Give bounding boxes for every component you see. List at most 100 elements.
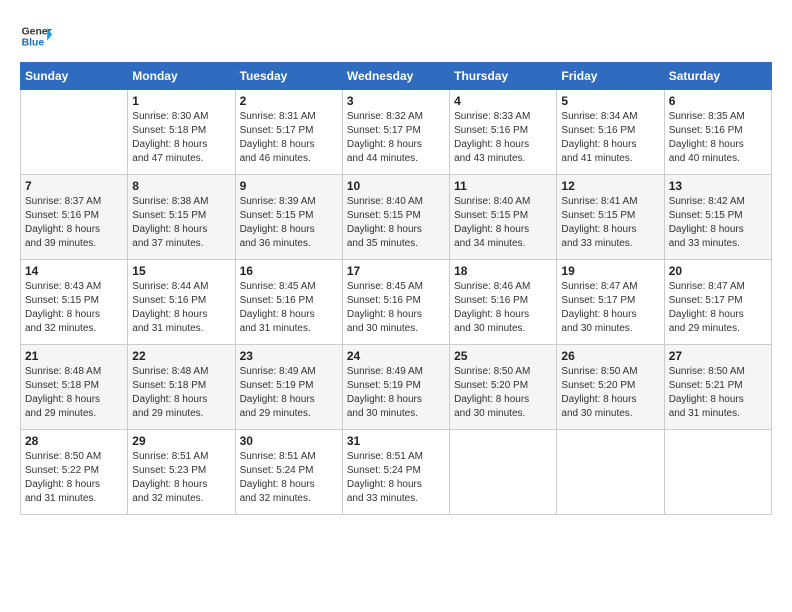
logo: General Blue bbox=[20, 20, 52, 52]
calendar-cell: 14 Sunrise: 8:43 AM Sunset: 5:15 PM Dayli… bbox=[21, 260, 128, 345]
day-info: Sunrise: 8:47 AM Sunset: 5:17 PM Dayligh… bbox=[669, 280, 767, 336]
calendar-cell: 15 Sunrise: 8:44 AM Sunset: 5:16 PM Dayli… bbox=[128, 260, 235, 345]
day-info: Sunrise: 8:30 AM Sunset: 5:18 PM Dayligh… bbox=[132, 110, 230, 166]
calendar-week-4: 21 Sunrise: 8:48 AM Sunset: 5:18 PM Dayli… bbox=[21, 345, 772, 430]
weekday-friday: Friday bbox=[557, 63, 664, 90]
day-number: 6 bbox=[669, 94, 767, 108]
calendar-cell: 17 Sunrise: 8:45 AM Sunset: 5:16 PM Dayli… bbox=[342, 260, 449, 345]
day-number: 29 bbox=[132, 434, 230, 448]
day-info: Sunrise: 8:45 AM Sunset: 5:16 PM Dayligh… bbox=[240, 280, 338, 336]
day-number: 23 bbox=[240, 349, 338, 363]
day-number: 22 bbox=[132, 349, 230, 363]
calendar-cell: 27Sunrise: 8:50 AM Sunset: 5:21 PM Dayli… bbox=[664, 345, 771, 430]
day-number: 10 bbox=[347, 179, 445, 193]
calendar-cell: 3 Sunrise: 8:32 AM Sunset: 5:17 PM Daylig… bbox=[342, 90, 449, 175]
calendar-cell: 28Sunrise: 8:50 AM Sunset: 5:22 PM Dayli… bbox=[21, 430, 128, 515]
calendar-cell: 1 Sunrise: 8:30 AM Sunset: 5:18 PM Daylig… bbox=[128, 90, 235, 175]
day-number: 25 bbox=[454, 349, 552, 363]
day-number: 9 bbox=[240, 179, 338, 193]
day-number: 14 bbox=[25, 264, 123, 278]
day-number: 21 bbox=[25, 349, 123, 363]
weekday-sunday: Sunday bbox=[21, 63, 128, 90]
day-number: 26 bbox=[561, 349, 659, 363]
day-number: 31 bbox=[347, 434, 445, 448]
day-info: Sunrise: 8:50 AM Sunset: 5:21 PM Dayligh… bbox=[669, 365, 767, 421]
day-info: Sunrise: 8:42 AM Sunset: 5:15 PM Dayligh… bbox=[669, 195, 767, 251]
calendar-cell: 22 Sunrise: 8:48 AM Sunset: 5:18 PM Dayli… bbox=[128, 345, 235, 430]
day-number: 8 bbox=[132, 179, 230, 193]
calendar-week-2: 7 Sunrise: 8:37 AM Sunset: 5:16 PM Daylig… bbox=[21, 175, 772, 260]
calendar-cell bbox=[557, 430, 664, 515]
day-number: 13 bbox=[669, 179, 767, 193]
calendar-cell: 24 Sunrise: 8:49 AM Sunset: 5:19 PM Dayli… bbox=[342, 345, 449, 430]
calendar-cell: 12Sunrise: 8:41 AM Sunset: 5:15 PM Dayli… bbox=[557, 175, 664, 260]
day-info: Sunrise: 8:39 AM Sunset: 5:15 PM Dayligh… bbox=[240, 195, 338, 251]
calendar-cell: 18 Sunrise: 8:46 AM Sunset: 5:16 PM Dayli… bbox=[450, 260, 557, 345]
day-info: Sunrise: 8:35 AM Sunset: 5:16 PM Dayligh… bbox=[669, 110, 767, 166]
day-number: 20 bbox=[669, 264, 767, 278]
day-number: 7 bbox=[25, 179, 123, 193]
calendar-table: SundayMondayTuesdayWednesdayThursdayFrid… bbox=[20, 62, 772, 515]
header: General Blue bbox=[20, 20, 772, 52]
day-number: 18 bbox=[454, 264, 552, 278]
day-info: Sunrise: 8:50 AM Sunset: 5:20 PM Dayligh… bbox=[454, 365, 552, 421]
calendar-cell bbox=[664, 430, 771, 515]
calendar-cell: 4 Sunrise: 8:33 AM Sunset: 5:16 PM Daylig… bbox=[450, 90, 557, 175]
calendar-cell: 5Sunrise: 8:34 AM Sunset: 5:16 PM Daylig… bbox=[557, 90, 664, 175]
calendar-cell: 2Sunrise: 8:31 AM Sunset: 5:17 PM Daylig… bbox=[235, 90, 342, 175]
day-number: 17 bbox=[347, 264, 445, 278]
calendar-cell: 30 Sunrise: 8:51 AM Sunset: 5:24 PM Dayli… bbox=[235, 430, 342, 515]
day-info: Sunrise: 8:44 AM Sunset: 5:16 PM Dayligh… bbox=[132, 280, 230, 336]
day-info: Sunrise: 8:47 AM Sunset: 5:17 PM Dayligh… bbox=[561, 280, 659, 336]
day-number: 30 bbox=[240, 434, 338, 448]
calendar-cell: 31 Sunrise: 8:51 AM Sunset: 5:24 PM Dayli… bbox=[342, 430, 449, 515]
day-info: Sunrise: 8:51 AM Sunset: 5:24 PM Dayligh… bbox=[347, 450, 445, 506]
day-number: 5 bbox=[561, 94, 659, 108]
calendar-body: 1 Sunrise: 8:30 AM Sunset: 5:18 PM Daylig… bbox=[21, 90, 772, 515]
calendar-cell: 16 Sunrise: 8:45 AM Sunset: 5:16 PM Dayli… bbox=[235, 260, 342, 345]
day-info: Sunrise: 8:51 AM Sunset: 5:24 PM Dayligh… bbox=[240, 450, 338, 506]
calendar-cell bbox=[450, 430, 557, 515]
weekday-header-row: SundayMondayTuesdayWednesdayThursdayFrid… bbox=[21, 63, 772, 90]
calendar-week-5: 28Sunrise: 8:50 AM Sunset: 5:22 PM Dayli… bbox=[21, 430, 772, 515]
day-info: Sunrise: 8:46 AM Sunset: 5:16 PM Dayligh… bbox=[454, 280, 552, 336]
day-number: 19 bbox=[561, 264, 659, 278]
day-number: 15 bbox=[132, 264, 230, 278]
day-info: Sunrise: 8:45 AM Sunset: 5:16 PM Dayligh… bbox=[347, 280, 445, 336]
day-number: 1 bbox=[132, 94, 230, 108]
calendar-cell: 7 Sunrise: 8:37 AM Sunset: 5:16 PM Daylig… bbox=[21, 175, 128, 260]
day-number: 4 bbox=[454, 94, 552, 108]
day-info: Sunrise: 8:49 AM Sunset: 5:19 PM Dayligh… bbox=[347, 365, 445, 421]
calendar-cell: 25 Sunrise: 8:50 AM Sunset: 5:20 PM Dayli… bbox=[450, 345, 557, 430]
calendar-cell: 8 Sunrise: 8:38 AM Sunset: 5:15 PM Daylig… bbox=[128, 175, 235, 260]
calendar-cell: 26 Sunrise: 8:50 AM Sunset: 5:20 PM Dayli… bbox=[557, 345, 664, 430]
day-number: 3 bbox=[347, 94, 445, 108]
day-info: Sunrise: 8:50 AM Sunset: 5:20 PM Dayligh… bbox=[561, 365, 659, 421]
day-info: Sunrise: 8:48 AM Sunset: 5:18 PM Dayligh… bbox=[132, 365, 230, 421]
calendar-cell: 9 Sunrise: 8:39 AM Sunset: 5:15 PM Daylig… bbox=[235, 175, 342, 260]
calendar-cell bbox=[21, 90, 128, 175]
calendar-week-1: 1 Sunrise: 8:30 AM Sunset: 5:18 PM Daylig… bbox=[21, 90, 772, 175]
calendar-cell: 6 Sunrise: 8:35 AM Sunset: 5:16 PM Daylig… bbox=[664, 90, 771, 175]
day-number: 24 bbox=[347, 349, 445, 363]
weekday-monday: Monday bbox=[128, 63, 235, 90]
day-info: Sunrise: 8:41 AM Sunset: 5:15 PM Dayligh… bbox=[561, 195, 659, 251]
weekday-saturday: Saturday bbox=[664, 63, 771, 90]
calendar-cell: 29Sunrise: 8:51 AM Sunset: 5:23 PM Dayli… bbox=[128, 430, 235, 515]
calendar-week-3: 14 Sunrise: 8:43 AM Sunset: 5:15 PM Dayli… bbox=[21, 260, 772, 345]
day-info: Sunrise: 8:43 AM Sunset: 5:15 PM Dayligh… bbox=[25, 280, 123, 336]
day-info: Sunrise: 8:40 AM Sunset: 5:15 PM Dayligh… bbox=[454, 195, 552, 251]
day-info: Sunrise: 8:38 AM Sunset: 5:15 PM Dayligh… bbox=[132, 195, 230, 251]
calendar-cell: 19 Sunrise: 8:47 AM Sunset: 5:17 PM Dayli… bbox=[557, 260, 664, 345]
weekday-thursday: Thursday bbox=[450, 63, 557, 90]
weekday-tuesday: Tuesday bbox=[235, 63, 342, 90]
weekday-wednesday: Wednesday bbox=[342, 63, 449, 90]
day-info: Sunrise: 8:33 AM Sunset: 5:16 PM Dayligh… bbox=[454, 110, 552, 166]
day-info: Sunrise: 8:37 AM Sunset: 5:16 PM Dayligh… bbox=[25, 195, 123, 251]
day-info: Sunrise: 8:32 AM Sunset: 5:17 PM Dayligh… bbox=[347, 110, 445, 166]
day-info: Sunrise: 8:48 AM Sunset: 5:18 PM Dayligh… bbox=[25, 365, 123, 421]
svg-text:Blue: Blue bbox=[22, 38, 45, 49]
calendar-cell: 21 Sunrise: 8:48 AM Sunset: 5:18 PM Dayli… bbox=[21, 345, 128, 430]
day-number: 16 bbox=[240, 264, 338, 278]
day-number: 2 bbox=[240, 94, 338, 108]
